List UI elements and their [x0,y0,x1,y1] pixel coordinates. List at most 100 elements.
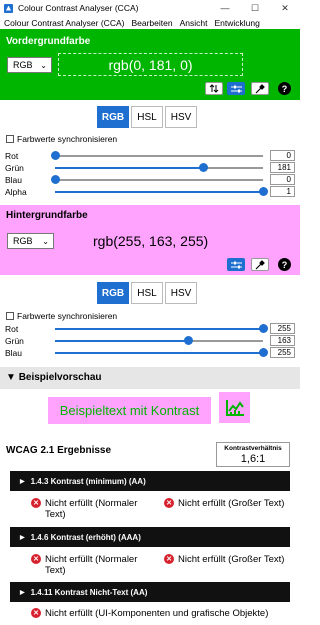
tab-hsl[interactable]: HSL [131,106,163,128]
background-sync-checkbox[interactable]: Farbwerte synchronisieren [6,311,117,321]
slider-track[interactable] [55,187,268,196]
preview-title: ▼ Beispielvorschau [6,372,102,383]
foreground-sync-label: Farbwerte synchronisieren [17,134,118,144]
sliders-icon [230,261,242,268]
tab-rgb[interactable]: RGB [97,282,129,304]
background-format-value: RGB [13,236,33,246]
foreground-slider-row: Alpha 1 [0,186,300,198]
background-slider-row: Rot 255 [0,323,300,335]
foreground-slider-row: Rot 0 [0,150,300,162]
slider-track[interactable] [55,163,263,172]
result-text: Nicht erfüllt (Großer Text) [178,498,285,509]
sliders-toggle-button[interactable] [227,82,245,95]
fail-icon: ✕ [31,498,41,508]
result-item: ✕ Nicht erfüllt (UI-Komponenten und graf… [31,608,299,619]
background-sliders-toggle-button[interactable] [227,258,245,271]
background-slider-row: Blau 255 [0,347,300,359]
slider-track[interactable] [55,324,268,333]
slider-track[interactable] [51,151,263,160]
background-color-value[interactable]: rgb(255, 163, 255) [93,233,208,249]
contrast-ratio-label: Kontrastverhältnis [224,445,282,452]
fail-icon: ✕ [164,554,174,564]
slider-thumb[interactable] [51,175,60,184]
eyedropper-icon [255,83,265,93]
preview-header[interactable]: ▼ Beispielvorschau [0,367,300,389]
preview-sample-text: Beispieltext mit Kontrast [48,397,211,424]
slider-label: Grün [5,163,24,173]
slider-thumb[interactable] [259,187,268,196]
preview-title-text: Beispielvorschau [18,372,102,383]
contrast-chart-icon [225,399,244,416]
tab-hsv[interactable]: HSV [165,282,197,304]
foreground-format-value: RGB [13,60,33,70]
checkbox-box[interactable] [6,135,14,143]
background-sync-label: Farbwerte synchronisieren [17,311,118,321]
slider-track[interactable] [55,336,263,345]
slider-fill [55,167,203,169]
preview-icon-box [219,392,250,423]
criterion-label: 1.4.11 Kontrast Nicht-Text (AA) [30,587,148,597]
menu-view[interactable]: Ansicht [180,18,208,28]
menu-bar: Colour Contrast Analyser (CCA) Bearbeite… [0,16,300,29]
checkbox-box[interactable] [6,312,14,320]
criterion-1-4-3[interactable]: ▶ 1.4.3 Kontrast (minimum) (AA) [10,471,290,491]
slider-value-input[interactable]: 181 [270,162,295,173]
collapse-triangle-icon: ▼ [6,372,19,383]
menu-app[interactable]: Colour Contrast Analyser (CCA) [4,18,124,28]
contrast-ratio-value: 1,6:1 [240,453,266,465]
maximize-button[interactable]: ☐ [240,0,270,16]
fail-icon: ✕ [31,554,41,564]
criterion-1-4-6[interactable]: ▶ 1.4.6 Kontrast (erhöht) (AAA) [10,527,290,547]
slider-value-input[interactable]: 255 [270,347,295,358]
window-title: Colour Contrast Analyser (CCA) [18,3,139,13]
background-slider-row: Grün 163 [0,335,300,347]
slider-thumb[interactable] [198,163,208,172]
background-title: Hintergrundfarbe [6,210,88,221]
slider-fill [55,191,263,193]
tab-hsv[interactable]: HSV [165,106,197,128]
close-button[interactable]: ✕ [270,0,300,16]
result-text: Nicht erfüllt (Normaler Text) [45,498,138,520]
slider-value-input[interactable]: 163 [270,335,295,346]
foreground-format-select[interactable]: RGB ⌄ [7,57,52,73]
slider-label: Blau [5,348,23,358]
slider-track[interactable] [51,175,263,184]
sliders-icon [230,85,242,92]
menu-edit[interactable]: Bearbeiten [131,18,172,28]
slider-thumb[interactable] [259,324,268,333]
help-button[interactable]: ? [278,82,291,95]
slider-label: Grün [5,336,24,346]
tab-rgb[interactable]: RGB [97,106,129,128]
foreground-slider-row: Blau 0 [0,174,300,186]
slider-label: Rot [5,324,19,334]
foreground-color-value[interactable]: rgb(0, 181, 0) [58,53,243,76]
slider-value-input[interactable]: 1 [270,186,295,197]
slider-thumb[interactable] [51,151,60,160]
minimize-button[interactable]: — [210,0,240,16]
background-format-select[interactable]: RGB ⌄ [7,233,54,249]
eyedropper-icon [255,259,265,269]
foreground-title: Vordergrundfarbe [6,36,91,47]
foreground-picker-button[interactable] [251,82,269,95]
tab-hsl[interactable]: HSL [131,282,163,304]
chevron-down-icon: ⌄ [42,237,49,246]
slider-thumb[interactable] [259,348,268,357]
foreground-sync-checkbox[interactable]: Farbwerte synchronisieren [6,134,117,144]
slider-track[interactable] [55,348,268,357]
result-text: Nicht erfüllt (Normaler Text) [45,554,138,576]
slider-label: Rot [5,151,19,161]
menu-develop[interactable]: Entwicklung [214,18,259,28]
help-icon: ? [281,83,288,94]
background-picker-button[interactable] [251,258,269,271]
help-icon: ? [281,259,288,270]
swap-colors-button[interactable] [205,82,223,95]
criterion-1-4-11[interactable]: ▶ 1.4.11 Kontrast Nicht-Text (AA) [10,582,290,602]
background-help-button[interactable]: ? [278,258,291,271]
slider-value-input[interactable]: 255 [270,323,295,334]
slider-value-input[interactable]: 0 [270,174,295,185]
slider-value-input[interactable]: 0 [270,150,295,161]
expand-arrow-icon: ▶ [20,478,25,485]
app-icon [4,3,13,13]
slider-thumb[interactable] [184,336,194,345]
foreground-slider-row: Grün 181 [0,162,300,174]
